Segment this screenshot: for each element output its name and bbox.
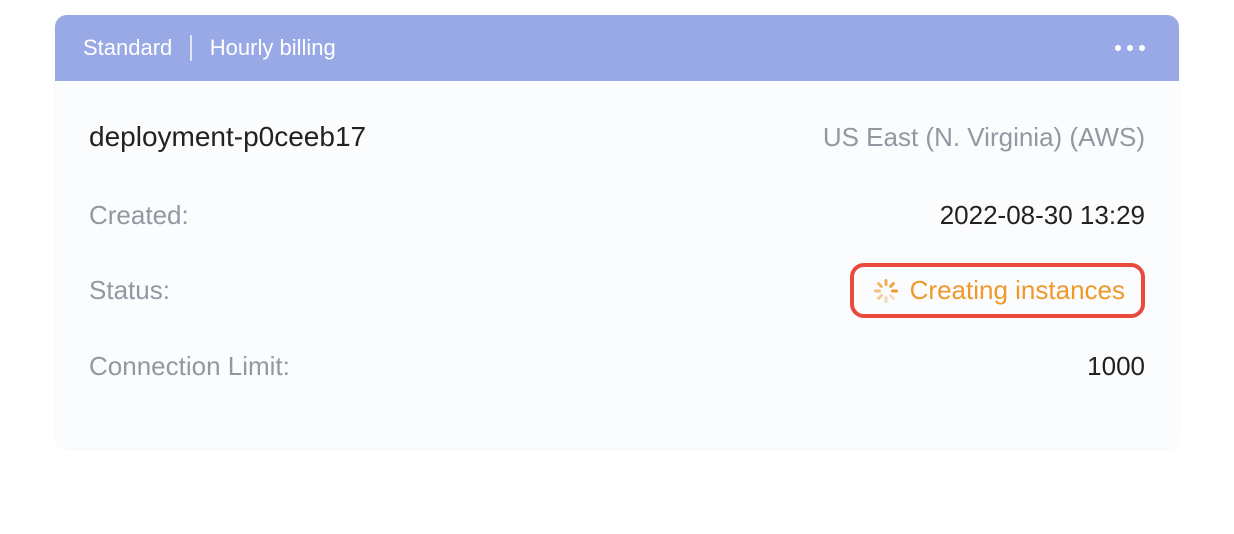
status-label: Status: bbox=[89, 275, 170, 306]
spinner-icon bbox=[874, 279, 898, 303]
more-icon bbox=[1139, 45, 1145, 51]
card-header: Standard Hourly billing bbox=[55, 15, 1179, 81]
more-icon bbox=[1127, 45, 1133, 51]
header-left: Standard Hourly billing bbox=[83, 35, 336, 61]
created-row: Created: 2022-08-30 13:29 bbox=[89, 193, 1145, 237]
connection-limit-value: 1000 bbox=[1087, 351, 1145, 382]
deployment-region: US East (N. Virginia) (AWS) bbox=[823, 122, 1145, 153]
billing-label: Hourly billing bbox=[210, 35, 336, 61]
connection-limit-row: Connection Limit: 1000 bbox=[89, 344, 1145, 388]
title-row: deployment-p0ceeb17 US East (N. Virginia… bbox=[89, 121, 1145, 153]
more-icon bbox=[1115, 45, 1121, 51]
status-row: Status: Creating instances bbox=[89, 263, 1145, 318]
tier-label: Standard bbox=[83, 35, 172, 61]
deployment-card: Standard Hourly billing deployment-p0cee… bbox=[55, 15, 1179, 448]
header-divider bbox=[190, 35, 192, 61]
more-menu-button[interactable] bbox=[1109, 39, 1151, 57]
card-body: deployment-p0ceeb17 US East (N. Virginia… bbox=[55, 81, 1179, 448]
deployment-name: deployment-p0ceeb17 bbox=[89, 121, 366, 153]
created-value: 2022-08-30 13:29 bbox=[940, 200, 1145, 231]
status-value: Creating instances bbox=[910, 275, 1125, 306]
connection-limit-label: Connection Limit: bbox=[89, 351, 290, 382]
created-label: Created: bbox=[89, 200, 189, 231]
status-value-container: Creating instances bbox=[850, 263, 1145, 318]
